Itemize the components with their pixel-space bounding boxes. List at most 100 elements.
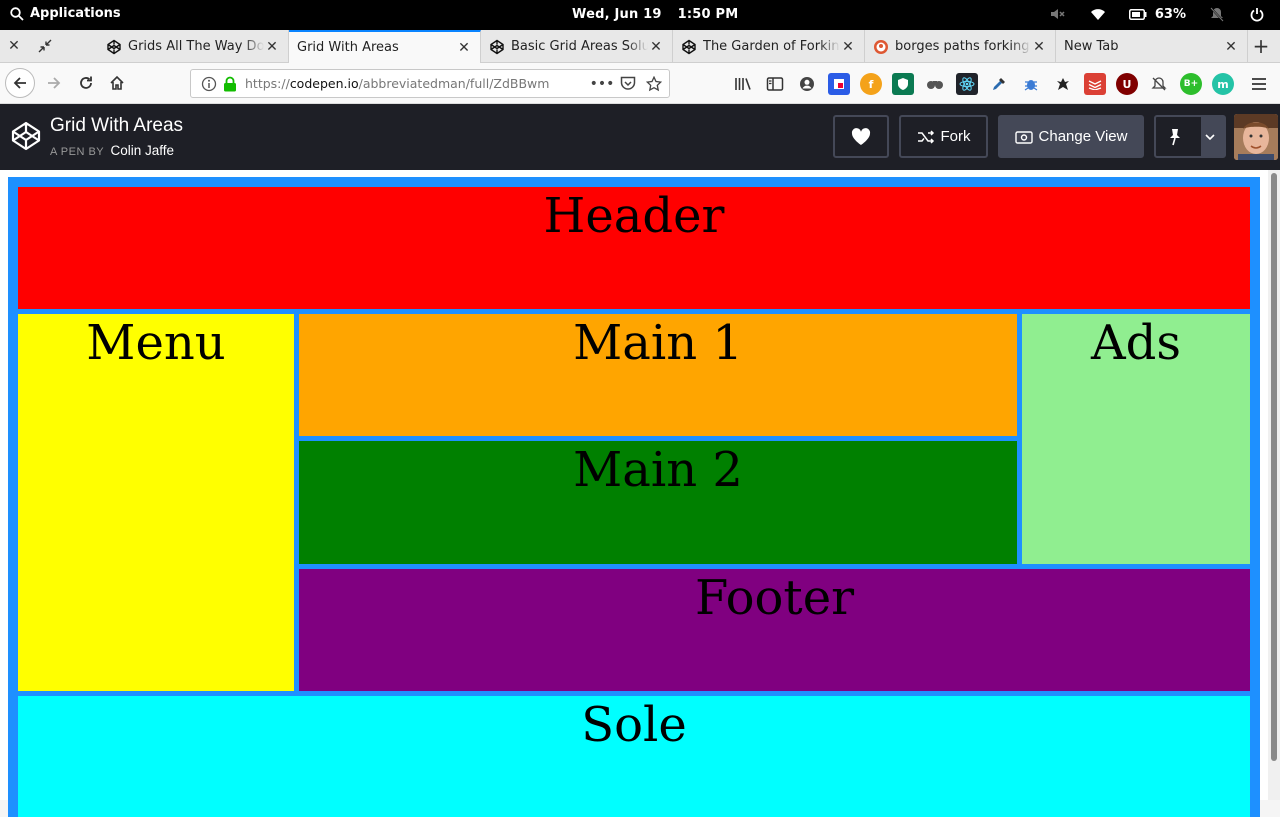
eyedropper-icon[interactable] [988, 73, 1010, 95]
battery-icon[interactable] [1128, 5, 1147, 23]
byline-label: A PEN BY [50, 146, 104, 158]
tab-title: New Tab [1064, 39, 1119, 54]
pin-menu-button[interactable] [1154, 115, 1226, 158]
chevron-down-icon[interactable] [1202, 117, 1224, 156]
duckduckgo-icon [874, 39, 888, 54]
forward-button[interactable] [40, 69, 68, 97]
like-button[interactable] [833, 115, 889, 158]
privacy-badger-icon[interactable] [892, 73, 914, 95]
hamburger-menu-icon[interactable] [1248, 73, 1270, 95]
grammar-extension-icon[interactable]: B+ [1180, 73, 1202, 95]
tab-duckduckgo-search[interactable]: borges paths forking at DuckDuckGo ✕ [865, 30, 1056, 63]
react-devtools-icon[interactable] [956, 73, 978, 95]
notifications-off-icon[interactable] [1208, 5, 1226, 23]
change-view-label: Change View [1038, 128, 1128, 145]
battery-percent: 63% [1154, 6, 1186, 22]
tab-title: Basic Grid Areas Solution [511, 39, 648, 54]
system-tray: 63% [1049, 5, 1266, 23]
tab-basic-grid-areas-solution[interactable]: Basic Grid Areas Solution ✕ [481, 30, 673, 63]
tab-title: Grid With Areas [297, 40, 399, 55]
codepen-icon [490, 39, 504, 54]
codepen-icon [107, 39, 121, 54]
close-tab-icon[interactable]: ✕ [456, 40, 472, 56]
container-extension-icon[interactable] [828, 73, 850, 95]
fork-icon [917, 129, 934, 144]
lock-icon[interactable] [223, 76, 237, 92]
user-avatar[interactable] [1234, 114, 1278, 160]
grid-area-footer: Footer [299, 569, 1250, 691]
clock-date: Wed, Jun 19 [572, 7, 662, 22]
binoculars-extension-icon[interactable] [924, 73, 946, 95]
back-button[interactable] [5, 68, 35, 98]
home-icon [110, 75, 124, 90]
close-tab-icon[interactable]: ✕ [648, 39, 664, 55]
close-tab-icon[interactable]: ✕ [1031, 39, 1047, 55]
back-arrow-icon [13, 77, 26, 89]
change-view-button[interactable]: Change View [998, 115, 1144, 158]
pen-byline: A PEN BY Colin Jaffe [50, 143, 174, 158]
pen-author-link[interactable]: Colin Jaffe [111, 143, 175, 158]
bookmark-star-icon[interactable] [643, 73, 665, 95]
page-scrollbar[interactable] [1268, 170, 1280, 800]
close-window-icon[interactable]: ✕ [6, 38, 22, 54]
todoist-icon[interactable] [1084, 73, 1106, 95]
library-icon[interactable] [732, 73, 754, 95]
wifi-icon[interactable] [1089, 5, 1107, 23]
tab-new-tab[interactable]: New Tab ✕ [1056, 30, 1248, 63]
pocket-icon[interactable] [617, 73, 639, 95]
restore-window-icon[interactable] [37, 38, 53, 54]
sidebar-icon[interactable] [764, 73, 786, 95]
extension-toolbar: f U B+ m [732, 73, 1234, 95]
new-tab-button[interactable]: + [1250, 34, 1272, 58]
browser-tab-strip: ✕ Grids All The Way Down ✕ Grid With Are… [0, 30, 1280, 63]
volume-muted-icon[interactable] [1049, 5, 1067, 23]
forward-arrow-icon [48, 77, 61, 89]
tab-title: The Garden of Forking Paths [703, 39, 840, 54]
account-icon[interactable] [796, 73, 818, 95]
info-icon[interactable] [201, 76, 217, 92]
close-tab-icon[interactable]: ✕ [840, 39, 856, 55]
url-path: /abbreviatedman/full/ZdBBwm [358, 76, 550, 91]
bug-extension-icon[interactable] [1020, 73, 1042, 95]
tab-title: borges paths forking at DuckDuckGo [895, 39, 1031, 54]
close-tab-icon[interactable]: ✕ [1223, 39, 1239, 55]
grid-container: Header Menu Main 1 Main 2 Ads Footer Sol… [8, 177, 1260, 817]
grid-area-main2: Main 2 [299, 441, 1017, 564]
tab-title: Grids All The Way Down [128, 39, 264, 54]
reload-icon [80, 76, 92, 89]
reload-button[interactable] [72, 69, 100, 97]
gnu-extension-icon[interactable] [1052, 73, 1074, 95]
ublock-origin-icon[interactable]: U [1116, 73, 1138, 95]
applications-label: Applications [30, 6, 121, 21]
feedly-extension-icon[interactable]: f [860, 73, 882, 95]
grid-area-main1: Main 1 [299, 314, 1017, 436]
power-icon[interactable] [1248, 5, 1266, 23]
system-top-bar: Applications Wed, Jun 19 1:50 PM 63% [0, 0, 1280, 30]
notifications-blocked-icon[interactable] [1148, 73, 1170, 95]
pen-title: Grid With Areas [50, 115, 184, 136]
grid-area-header: Header [18, 187, 1250, 309]
grid-area-menu: Menu [18, 314, 294, 691]
home-button[interactable] [103, 69, 131, 97]
tab-garden-of-forking-paths[interactable]: The Garden of Forking Paths ✕ [673, 30, 865, 63]
address-bar[interactable]: https://codepen.io/abbreviatedman/full/Z… [190, 69, 670, 98]
fork-label: Fork [940, 128, 971, 145]
codepen-icon [682, 39, 696, 54]
codepen-logo-icon[interactable] [10, 120, 42, 152]
grid-area-sole: Sole [18, 696, 1250, 817]
tab-grids-all-the-way-down[interactable]: Grids All The Way Down ✕ [98, 30, 289, 63]
url-text: https://codepen.io/abbreviatedman/full/Z… [245, 76, 591, 91]
clock-time: 1:50 PM [677, 7, 739, 22]
heart-icon [851, 127, 871, 145]
applications-menu[interactable]: Applications [10, 6, 121, 21]
mercury-reader-icon[interactable]: m [1212, 73, 1234, 95]
fork-button[interactable]: Fork [899, 115, 988, 158]
page-actions-icon[interactable]: ••• [590, 73, 615, 95]
browser-nav-bar: https://codepen.io/abbreviatedman/full/Z… [0, 63, 1280, 104]
pin-icon[interactable] [1156, 117, 1203, 156]
close-tab-icon[interactable]: ✕ [264, 39, 280, 55]
scrollbar-thumb[interactable] [1271, 173, 1277, 761]
tab-grid-with-areas[interactable]: Grid With Areas ✕ [289, 30, 481, 63]
clock[interactable]: Wed, Jun 19 1:50 PM [572, 7, 754, 22]
search-icon [10, 6, 24, 21]
